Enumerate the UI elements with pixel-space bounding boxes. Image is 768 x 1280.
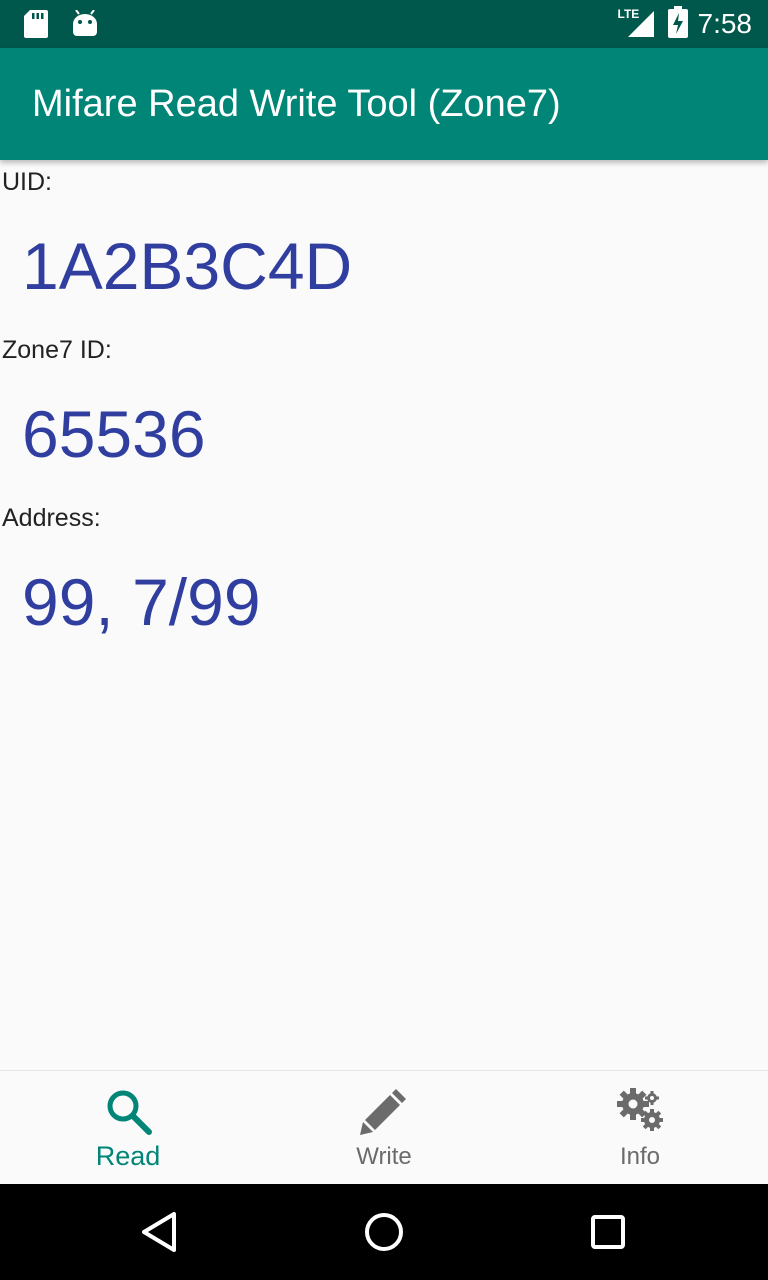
nav-item-read-label: Read — [95, 1141, 161, 1171]
uid-value: 1A2B3C4D — [22, 229, 353, 303]
read-content: UID: 1A2B3C4D Zone7 ID: 65536 Address: 9… — [0, 160, 768, 1070]
nav-item-info[interactable]: Info — [512, 1071, 768, 1185]
nav-item-write-label: Write — [356, 1143, 412, 1170]
gears-icon — [614, 1085, 666, 1137]
recents-icon[interactable] — [584, 1208, 632, 1256]
battery-charging-icon — [667, 5, 688, 43]
home-icon[interactable] — [360, 1208, 408, 1256]
bottom-navigation: Read Write Info — [0, 1070, 768, 1184]
status-bar: LTE 7:58 — [0, 0, 768, 48]
address-value: 99, 7/99 — [22, 565, 261, 639]
address-label: Address: — [2, 504, 101, 532]
pencil-icon — [358, 1085, 410, 1137]
nav-item-write[interactable]: Write — [256, 1071, 512, 1185]
status-clock: 7:58 — [697, 8, 753, 39]
uid-label: UID: — [2, 168, 52, 196]
sd-card-icon — [24, 10, 48, 43]
nav-item-info-label: Info — [619, 1143, 661, 1170]
search-icon — [102, 1085, 154, 1137]
system-navigation-bar — [0, 1184, 768, 1280]
app-title: Mifare Read Write Tool (Zone7) — [32, 82, 561, 125]
zone7-id-value: 65536 — [22, 397, 206, 471]
app-bar: Mifare Read Write Tool (Zone7) — [0, 48, 768, 160]
android-icon — [72, 9, 98, 43]
zone7-id-label: Zone7 ID: — [2, 336, 112, 364]
nav-item-read[interactable]: Read — [0, 1071, 256, 1185]
back-icon[interactable] — [136, 1208, 184, 1256]
lte-signal-icon: LTE — [618, 7, 658, 39]
